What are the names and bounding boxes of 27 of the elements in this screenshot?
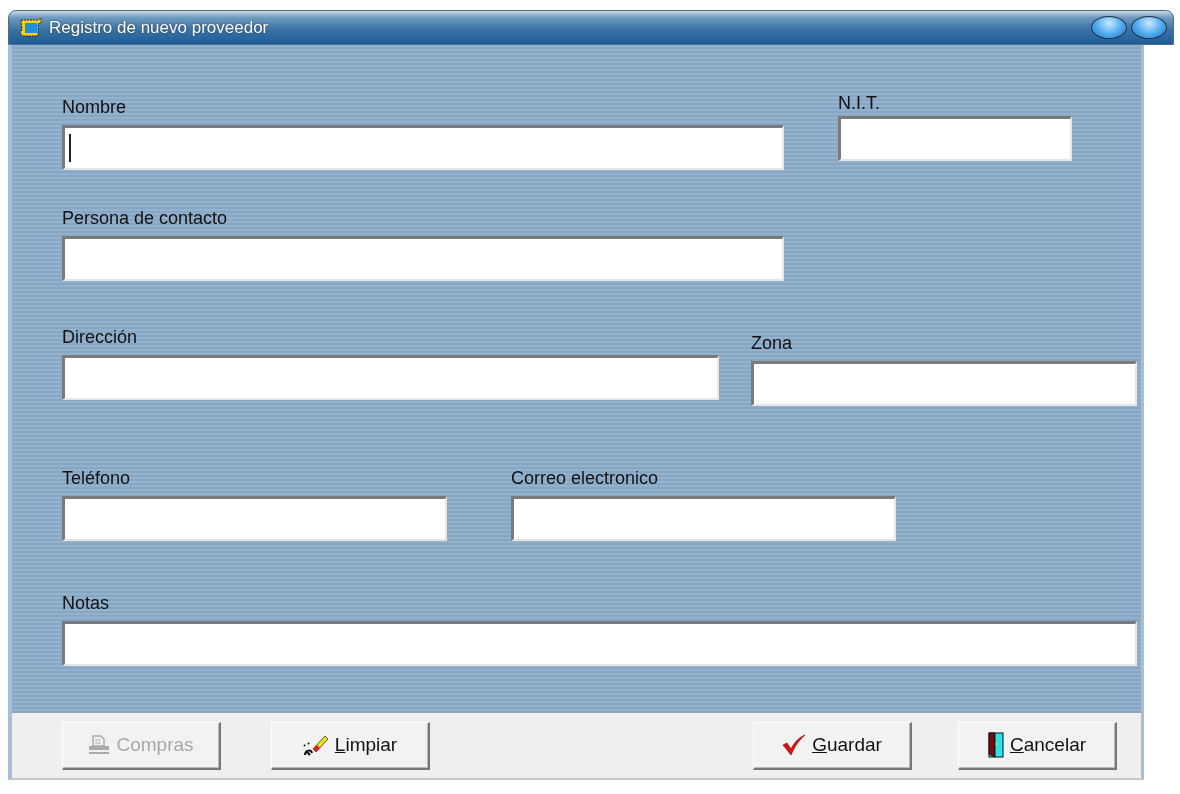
field-label: Dirección (62, 327, 138, 347)
field-label: Persona de contacto (62, 208, 228, 228)
minimize-button[interactable] (1091, 16, 1127, 39)
window-title: Registro de nuevo proveedor (49, 17, 269, 38)
eraser-icon (302, 733, 329, 757)
input-field[interactable] (62, 236, 784, 281)
action-button[interactable]: Limpiar (271, 721, 430, 770)
app-icon (19, 16, 43, 39)
action-button[interactable]: Cancelar (958, 721, 1117, 770)
input-field[interactable] (62, 496, 447, 541)
input-field[interactable] (62, 355, 719, 400)
input-field[interactable] (511, 496, 896, 541)
door-icon (987, 732, 1004, 758)
field-label: Nombre (62, 97, 127, 117)
field-label: Teléfono (62, 468, 131, 488)
field-label: Notas (62, 593, 110, 613)
action-button[interactable]: Guardar (753, 721, 912, 770)
maximize-button[interactable] (1131, 16, 1167, 39)
input-field[interactable] (838, 116, 1072, 161)
input-field[interactable] (62, 125, 784, 170)
input-field[interactable] (62, 621, 1137, 666)
input-field[interactable] (751, 361, 1137, 406)
field-label: Zona (751, 333, 793, 353)
field-label: Correo electronico (511, 468, 659, 488)
check-icon (782, 734, 807, 756)
field-label: N.I.T. (838, 93, 880, 113)
printer-icon (88, 735, 111, 755)
